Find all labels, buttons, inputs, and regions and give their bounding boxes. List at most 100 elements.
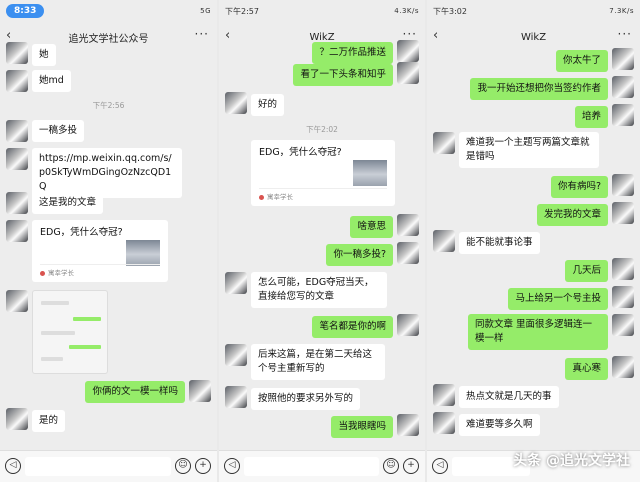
voice-icon[interactable]: ◁ (5, 458, 21, 474)
message-bubble[interactable]: 好的 (251, 94, 285, 116)
screenshot-image[interactable] (32, 290, 108, 374)
status-time: 下午2:57 (225, 6, 259, 16)
article-thumbnail (353, 160, 387, 186)
chat-screen-right: 下午3:02 7.3K/s ‹ WikZ ··· 你太牛了 我一开始还想把你当签… (427, 0, 640, 482)
chat-screen-middle: 下午2:57 4.3K/s ‹ WikZ ··· ？二万作品推送 看了一下头条和… (219, 0, 425, 482)
avatar[interactable] (225, 344, 247, 366)
article-card[interactable]: EDG，凭什么夺冠? 寓幸学长 (32, 220, 168, 282)
message-bubble[interactable]: 几天后 (565, 260, 608, 282)
plus-icon[interactable]: + (403, 458, 419, 474)
avatar[interactable] (225, 272, 247, 294)
article-card[interactable]: EDG，凭什么夺冠? 寓幸学长 (251, 140, 395, 206)
more-icon[interactable]: ··· (195, 27, 209, 41)
message-bubble[interactable]: 你有病吗? (550, 176, 608, 198)
avatar[interactable] (6, 408, 28, 430)
avatar[interactable] (433, 384, 455, 406)
avatar[interactable] (6, 70, 28, 92)
message-bubble[interactable]: 啥意思 (350, 216, 393, 238)
message-bubble[interactable]: 发完我的文章 (536, 204, 608, 226)
message-bubble[interactable]: 能不能就事论事 (459, 232, 540, 254)
message-bubble[interactable]: 这是我的文章 (32, 192, 104, 214)
message-bubble[interactable]: 难道我一个主题写两篇文章就是错吗 (459, 132, 599, 168)
message-bubble[interactable]: 真心寒 (565, 358, 608, 380)
avatar[interactable] (612, 258, 634, 280)
message-bubble[interactable]: 她md (32, 70, 71, 92)
watermark: 头条 @追光文学社 (513, 453, 630, 469)
avatar[interactable] (397, 242, 419, 264)
message-bubble[interactable]: 怎么可能，EDG夺冠当天，直接给您写的文章 (251, 272, 387, 308)
message-list[interactable]: ？二万作品推送 看了一下头条和知乎 好的 下午2:02 EDG，凭什么夺冠? 寓… (219, 40, 425, 450)
avatar[interactable] (397, 62, 419, 84)
avatar[interactable] (225, 386, 247, 408)
back-icon[interactable]: ‹ (433, 28, 438, 43)
input-bar: ◁ ☺ + (0, 450, 217, 482)
avatar[interactable] (397, 414, 419, 436)
message-bubble[interactable]: 笔名都是你的啊 (312, 316, 393, 338)
message-bubble[interactable]: 你太牛了 (555, 50, 608, 72)
status-bar: 下午2:57 4.3K/s (219, 0, 425, 22)
avatar[interactable] (6, 42, 28, 64)
avatar[interactable] (397, 40, 419, 62)
plus-icon[interactable]: + (195, 458, 211, 474)
message-input[interactable] (25, 457, 171, 476)
message-input[interactable] (244, 457, 379, 476)
message-bubble[interactable]: 一稿多投 (32, 120, 85, 142)
back-icon[interactable]: ‹ (225, 28, 230, 43)
message-bubble[interactable]: 她 (32, 44, 56, 66)
avatar[interactable] (225, 92, 247, 114)
avatar[interactable] (433, 230, 455, 252)
avatar[interactable] (612, 286, 634, 308)
avatar[interactable] (612, 202, 634, 224)
avatar[interactable] (433, 132, 455, 154)
chat-screen-left: 8:33 5G ‹ 追光文学社公众号 ··· 她 她md 下午2:56 一稿多投… (0, 0, 217, 482)
avatar[interactable] (6, 192, 28, 214)
status-indicators: 7.3K/s (609, 7, 634, 15)
avatar[interactable] (6, 290, 28, 312)
message-bubble[interactable]: 同款文章 里面很多逻辑连一模一样 (468, 314, 608, 350)
avatar[interactable] (397, 214, 419, 236)
avatar[interactable] (612, 356, 634, 378)
message-list[interactable]: 她 她md 下午2:56 一稿多投 https://mp.weixin.qq.c… (0, 42, 217, 450)
article-card-title: EDG，凭什么夺冠? (259, 147, 342, 158)
timestamp: 下午2:02 (306, 125, 338, 134)
more-icon[interactable]: ··· (403, 27, 417, 41)
message-bubble[interactable]: 后来这篇，是在第二天给这个号主重新写的 (251, 344, 385, 380)
avatar[interactable] (189, 380, 211, 402)
message-bubble[interactable]: 看了一下头条和知乎 (293, 64, 393, 86)
status-indicators: 5G (200, 7, 211, 15)
avatar[interactable] (397, 314, 419, 336)
message-bubble[interactable]: 你俩的文一模一样吗 (85, 381, 185, 403)
avatar[interactable] (612, 174, 634, 196)
article-source: 寓幸学长 (259, 188, 387, 201)
avatar[interactable] (6, 148, 28, 170)
message-bubble[interactable]: 当我眼瞎吗 (331, 416, 393, 438)
more-icon[interactable]: ··· (618, 27, 632, 41)
article-source: 寓幸学长 (40, 264, 160, 277)
link-message-bubble[interactable]: https://mp.weixin.qq.com/s/p0SkTyWmDGing… (32, 148, 182, 198)
avatar[interactable] (433, 412, 455, 434)
emoji-icon[interactable]: ☺ (383, 458, 399, 474)
source-logo-icon (259, 194, 264, 200)
message-bubble[interactable]: 是的 (32, 410, 66, 432)
avatar[interactable] (612, 104, 634, 126)
avatar[interactable] (612, 48, 634, 70)
avatar[interactable] (612, 76, 634, 98)
message-bubble[interactable]: 马上给另一个号主投 (508, 288, 608, 310)
back-icon[interactable]: ‹ (6, 28, 11, 43)
emoji-icon[interactable]: ☺ (175, 458, 191, 474)
status-bar: 下午3:02 7.3K/s (427, 0, 640, 22)
voice-icon[interactable]: ◁ (432, 458, 448, 474)
source-logo-icon (40, 270, 45, 276)
voice-icon[interactable]: ◁ (224, 458, 240, 474)
message-bubble[interactable]: 培养 (574, 106, 608, 128)
avatar[interactable] (6, 120, 28, 142)
avatar[interactable] (6, 220, 28, 242)
message-bubble[interactable]: 热点文就是几天的事 (459, 386, 559, 408)
message-bubble[interactable]: 难道要等多久啊 (459, 414, 540, 436)
message-bubble[interactable]: 我一开始还想把你当签约作者 (470, 78, 608, 100)
message-bubble[interactable]: 你一稿多投? (326, 244, 393, 266)
message-list[interactable]: 你太牛了 我一开始还想把你当签约作者 培养 难道我一个主题写两篇文章就是错吗 你… (427, 48, 640, 450)
avatar[interactable] (612, 314, 634, 336)
message-bubble[interactable]: ？二万作品推送 (312, 42, 393, 64)
message-bubble[interactable]: 按照他的要求另外写的 (251, 388, 361, 410)
